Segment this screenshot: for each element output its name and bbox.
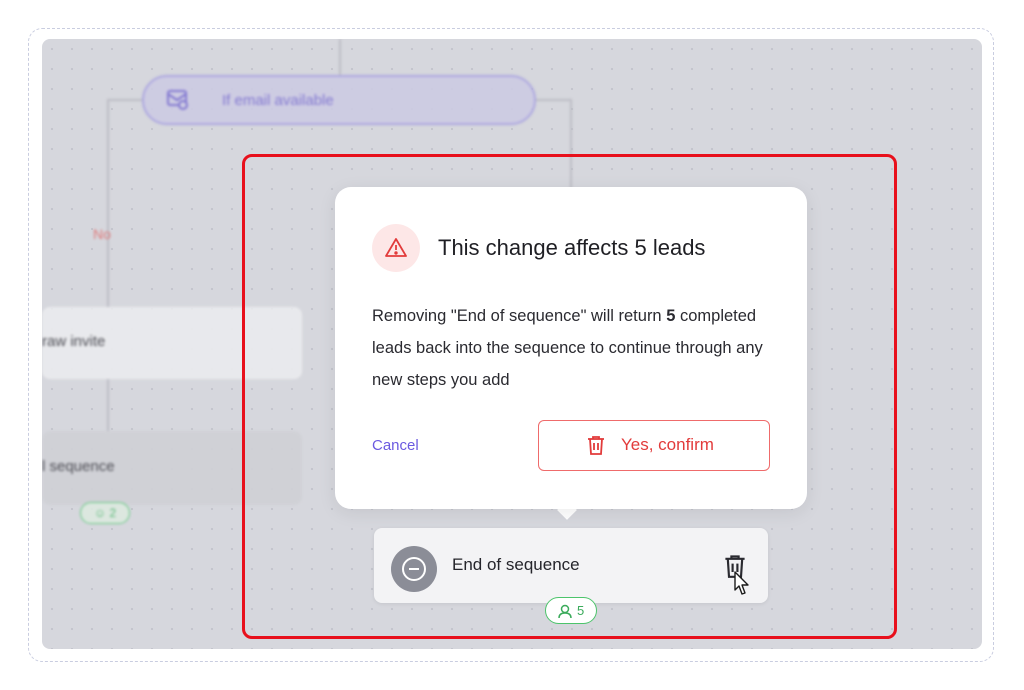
branch-no-label: No xyxy=(93,226,111,242)
modal-title: This change affects 5 leads xyxy=(438,235,706,260)
connector-line xyxy=(339,39,341,75)
minus-circle-icon xyxy=(391,546,437,592)
end-of-sequence-node[interactable]: End of sequence xyxy=(374,528,768,603)
leads-badge-count: 2 xyxy=(109,506,117,520)
connector-line xyxy=(107,99,109,307)
trash-icon xyxy=(587,435,605,460)
modal-body-part1: Removing "End of sequence" will return xyxy=(372,307,667,325)
leads-count: 5 xyxy=(577,603,585,618)
leads-badge-background: ☺ 2 xyxy=(80,502,130,524)
action-card-label: raw invite xyxy=(42,333,106,350)
condition-label: If email available xyxy=(222,92,334,109)
connector-line xyxy=(536,99,572,101)
user-icon xyxy=(558,604,572,619)
leads-count-badge: 5 xyxy=(545,597,597,624)
warning-icon-wrap xyxy=(372,224,420,272)
confirm-label: Yes, confirm xyxy=(621,435,714,454)
connector-line xyxy=(107,99,143,101)
confirm-button[interactable]: Yes, confirm xyxy=(538,420,770,471)
end-sequence-card-label: l sequence xyxy=(42,458,115,475)
connector-line xyxy=(107,379,109,431)
mouse-cursor-icon xyxy=(733,571,753,602)
modal-body: Removing "End of sequence" will return 5… xyxy=(372,300,782,396)
cancel-button[interactable]: Cancel xyxy=(372,437,419,454)
confirmation-modal: This change affects 5 leads Removing "En… xyxy=(335,187,807,509)
condition-node[interactable]: If email available xyxy=(142,75,536,125)
modal-body-count: 5 xyxy=(666,307,676,325)
end-of-sequence-label: End of sequence xyxy=(452,555,580,574)
user-icon: ☺ xyxy=(93,506,110,520)
warning-triangle-icon xyxy=(385,238,407,257)
mail-check-icon xyxy=(166,89,190,111)
